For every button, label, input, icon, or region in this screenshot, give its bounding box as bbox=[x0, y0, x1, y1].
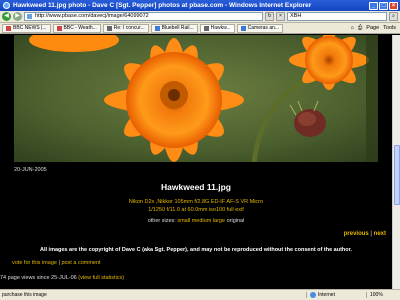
refresh-button[interactable]: ↻ bbox=[265, 12, 274, 21]
home-icon[interactable]: ⌂ bbox=[351, 25, 354, 32]
full-exif-link[interactable]: full exif bbox=[227, 207, 244, 213]
next-link[interactable]: next bbox=[374, 231, 386, 237]
other-sizes: other sizes: small medium large original bbox=[0, 218, 392, 224]
zone-label: Internet bbox=[318, 292, 335, 298]
tab-bluebell[interactable]: Bluebell Rail... bbox=[150, 23, 198, 33]
bbc-icon bbox=[6, 25, 11, 31]
search-icon[interactable]: ⌕ bbox=[389, 12, 398, 21]
zoom-level[interactable]: 100% bbox=[366, 292, 400, 298]
search-input[interactable]: XBH bbox=[287, 12, 387, 21]
vote-link[interactable]: vote for this image bbox=[12, 260, 57, 266]
page-icon bbox=[27, 14, 32, 19]
size-original-label: original bbox=[226, 218, 245, 224]
page-icon bbox=[240, 25, 246, 31]
page-views: 74 page views since 25-JUL-06 (view full… bbox=[0, 275, 124, 281]
photo-date: 20-JUN-2005 bbox=[14, 167, 47, 173]
vertical-scrollbar[interactable] bbox=[392, 35, 400, 289]
url-field[interactable]: http://www.pbase.com/davecj/image/640990… bbox=[24, 12, 263, 21]
maximize-button[interactable]: □ bbox=[379, 1, 388, 10]
forward-button[interactable]: ▶ bbox=[13, 12, 22, 21]
prev-next-nav: previous | next bbox=[344, 231, 386, 237]
tab-bar: BBC NEWS |... BBC - Weath... Re: I concu… bbox=[0, 23, 400, 34]
scrollbar-thumb[interactable] bbox=[394, 145, 400, 205]
security-zone: Internet bbox=[306, 292, 366, 298]
print-icon[interactable]: ⎙ bbox=[358, 25, 362, 32]
page-icon bbox=[154, 25, 160, 31]
views-count: 74 page views since 25-JUL-06 bbox=[0, 275, 77, 281]
page-icon bbox=[203, 25, 209, 31]
url-text: http://www.pbase.com/davecj/image/640990… bbox=[35, 13, 149, 19]
other-sizes-label: other sizes: bbox=[147, 218, 176, 224]
camera-line[interactable]: Nikon D2x ,Nikkor 105mm f/2.8G ED-IF AF-… bbox=[0, 198, 392, 206]
tab-hawkweed[interactable]: Hawkw... bbox=[199, 23, 235, 33]
hawkweed-photo[interactable] bbox=[14, 35, 378, 162]
ie-logo-icon bbox=[3, 2, 10, 9]
close-button[interactable]: × bbox=[389, 1, 398, 10]
tools-menu[interactable]: Tools bbox=[383, 25, 396, 32]
exposure-line: 1/1250 f/11.0 at 60.0mm iso100 bbox=[148, 207, 226, 213]
size-small-link[interactable]: small bbox=[177, 218, 190, 224]
page-icon bbox=[106, 25, 112, 31]
nav-separator: | bbox=[370, 231, 372, 237]
post-comment-link[interactable]: post a comment bbox=[61, 260, 100, 266]
tab-re-concur[interactable]: Re: I concur... bbox=[102, 23, 149, 33]
stop-button[interactable]: × bbox=[276, 12, 285, 21]
photo-title: Hawkweed 11.jpg bbox=[161, 182, 231, 192]
address-bar: ◀ ▶ http://www.pbase.com/davecj/image/64… bbox=[0, 11, 400, 23]
size-medium-link[interactable]: medium bbox=[192, 218, 212, 224]
minimize-button[interactable]: _ bbox=[369, 1, 378, 10]
tab-bbc-news[interactable]: BBC NEWS |... bbox=[2, 23, 51, 33]
window-title: Hawkweed 11.jpg photo - Dave C [Sgt. Pep… bbox=[13, 2, 312, 9]
window-title-bar: Hawkweed 11.jpg photo - Dave C [Sgt. Pep… bbox=[0, 0, 400, 11]
status-bar: purchase this image Internet 100% bbox=[0, 289, 400, 300]
bbc-icon bbox=[56, 25, 62, 31]
view-stats-link[interactable]: (view full statistics) bbox=[78, 275, 124, 281]
copyright-notice: All images are the copyright of Dave C (… bbox=[39, 247, 353, 253]
tab-cameras[interactable]: Cameras an... bbox=[236, 23, 284, 33]
status-text: purchase this image bbox=[2, 292, 47, 298]
links-separator: | bbox=[58, 260, 60, 266]
exif-info: Nikon D2x ,Nikkor 105mm f/2.8G ED-IF AF-… bbox=[0, 198, 392, 214]
previous-link[interactable]: previous bbox=[344, 231, 369, 237]
back-button[interactable]: ◀ bbox=[2, 12, 11, 21]
size-large-link[interactable]: large bbox=[213, 218, 225, 224]
page-content: 20-JUN-2005 Hawkweed 11.jpg Nikon D2x ,N… bbox=[0, 35, 392, 289]
globe-icon bbox=[310, 292, 316, 298]
page-menu[interactable]: Page bbox=[366, 25, 379, 32]
action-links: vote for this image | post a comment bbox=[12, 260, 101, 266]
tab-bbc-weather[interactable]: BBC - Weath... bbox=[52, 23, 101, 33]
